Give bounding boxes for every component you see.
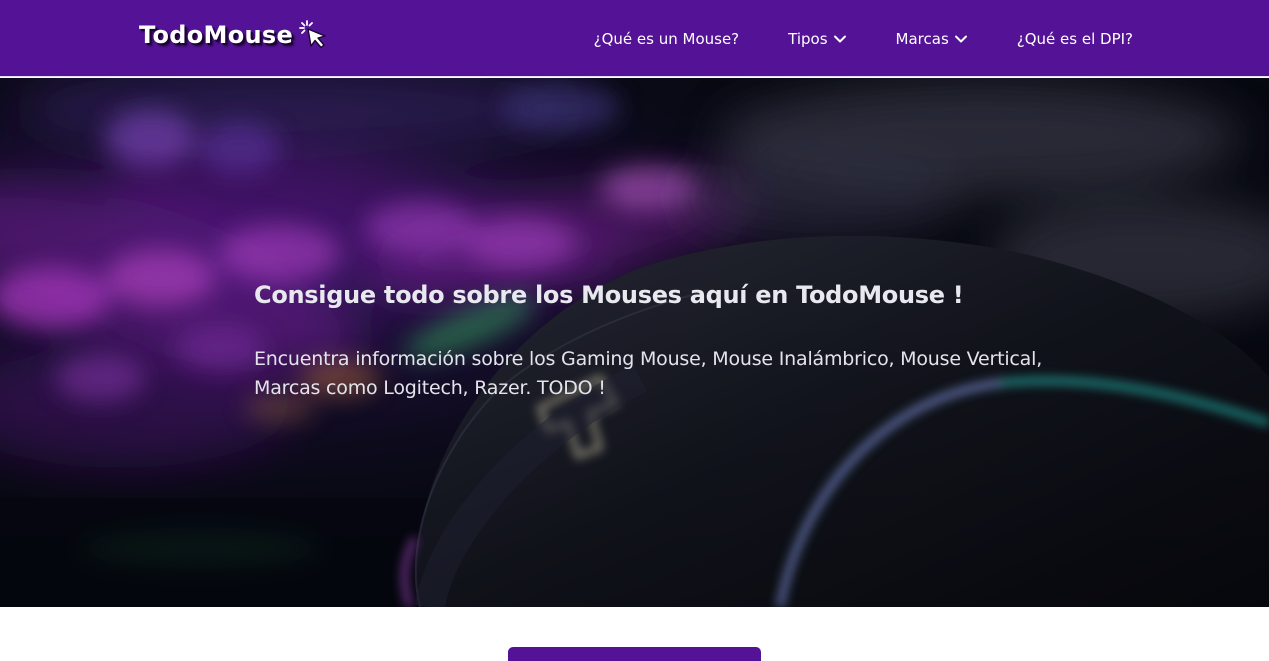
chevron-down-icon xyxy=(833,35,846,42)
nav-item-que-es-un-mouse[interactable]: ¿Qué es un Mouse? xyxy=(594,30,740,48)
navbar: TodoMouse ¿Qué es un Mouse? Tipos Marcas xyxy=(0,0,1269,77)
nav-item-label: Marcas xyxy=(895,29,949,48)
hero-title: Consigue todo sobre los Mouses aquí en T… xyxy=(254,281,964,309)
nav-item-label: Tipos xyxy=(788,29,828,48)
cursor-click-icon xyxy=(299,20,326,49)
hero-overlay xyxy=(0,78,1269,607)
hero-banner: Consigue todo sobre los Mouses aquí en T… xyxy=(0,78,1269,607)
nav-item-marcas[interactable]: Marcas xyxy=(896,30,968,48)
nav-item-label: ¿Qué es un Mouse? xyxy=(593,29,740,48)
cta-button[interactable] xyxy=(508,647,761,661)
site-logo[interactable]: TodoMouse xyxy=(139,18,330,52)
nav-item-tipos[interactable]: Tipos xyxy=(788,30,846,48)
nav-item-que-es-el-dpi[interactable]: ¿Qué es el DPI? xyxy=(1017,30,1133,48)
logo-text: TodoMouse xyxy=(139,21,294,49)
chevron-down-icon xyxy=(954,35,967,42)
hero-subtitle: Encuentra información sobre los Gaming M… xyxy=(254,348,1043,399)
nav-item-label: ¿Qué es el DPI? xyxy=(1016,29,1133,48)
main-nav: ¿Qué es un Mouse? Tipos Marcas ¿Qué es e… xyxy=(594,0,1133,77)
